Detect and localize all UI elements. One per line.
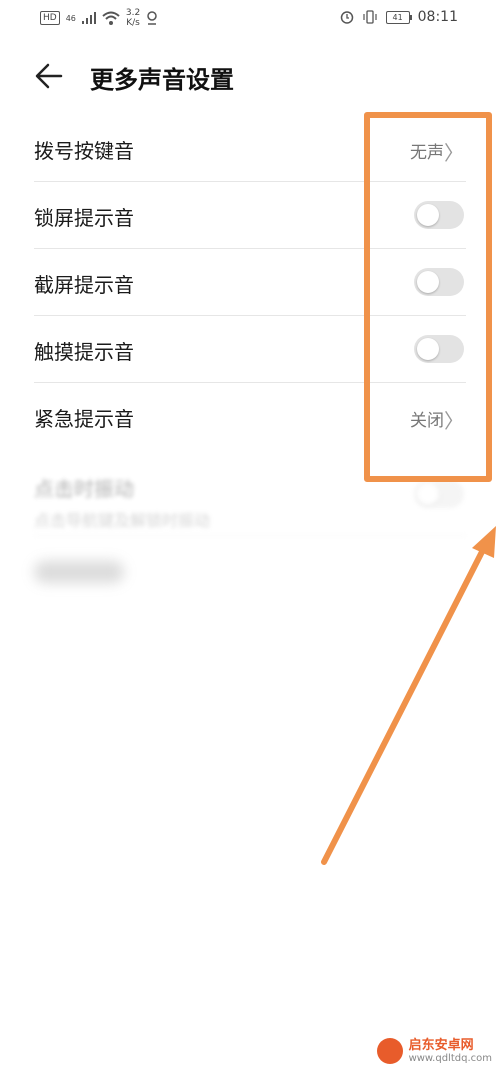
watermark-name: 启东安卓网 — [408, 1037, 474, 1053]
watermark-logo-icon — [376, 1038, 403, 1064]
annotation-arrow — [321, 526, 496, 865]
watermark: 启东安卓网 www.qdltdq.com — [376, 1037, 492, 1064]
watermark-text: 启东安卓网 www.qdltdq.com — [408, 1037, 492, 1064]
watermark-url: www.qdltdq.com — [408, 1052, 492, 1064]
